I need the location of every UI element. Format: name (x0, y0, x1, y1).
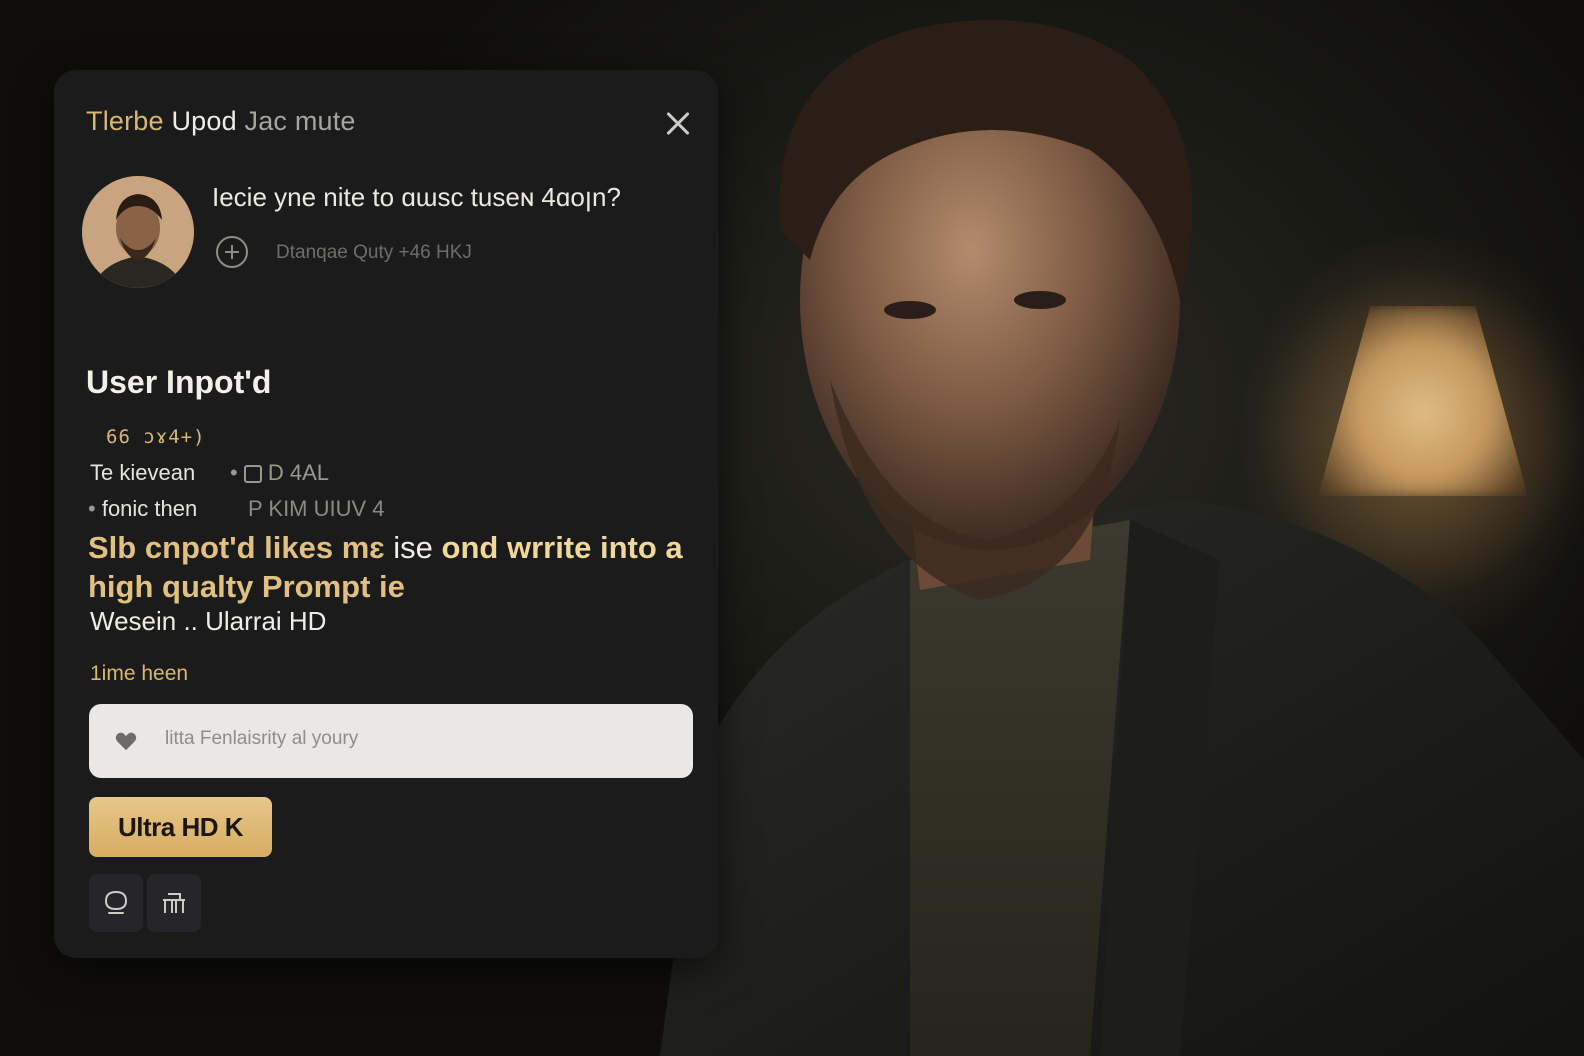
title-part-main: Upod (171, 106, 237, 136)
ultra-hd-button[interactable]: Ultra HD K (89, 797, 272, 857)
prompt-dialog: Tlerbe Upod Jac mute Iecie yne nite to ɑ… (54, 70, 718, 958)
close-icon[interactable] (660, 106, 696, 142)
section-heading: User Inpot'd (86, 364, 272, 400)
screen: Tlerbe Upod Jac mute Iecie yne nite to ɑ… (0, 0, 1584, 1056)
bullet: • (230, 460, 244, 485)
question-text: Iecie yne nite to ɑɯsc tuseɴ 4ɑoꞁn? (212, 182, 621, 212)
plus-circle-icon[interactable] (216, 236, 248, 268)
chat-bubble-icon (104, 890, 128, 914)
dialog-title: Tlerbe Upod Jac mute (86, 106, 356, 137)
option-row-2-text: fonic then (101, 496, 198, 521)
gold-code: 66 ɔɤ4+) (106, 426, 206, 448)
highlight-part-2: ise (384, 530, 442, 565)
option-row-1-checkbox[interactable]: • D 4AL (230, 460, 329, 486)
quality-subline: Wesein .. Ularrai HD (90, 606, 327, 636)
input-label: 1ime heen (90, 662, 189, 685)
chat-bubble-button[interactable] (89, 874, 143, 932)
option-row-2-value: P KIM UIUV 4 (248, 496, 385, 521)
heart-icon (115, 731, 137, 751)
title-part-brand: Tlerbe (86, 106, 164, 136)
table-button[interactable] (147, 874, 201, 932)
highlight-part-3: ond wrrite into a (441, 530, 683, 565)
option-row-1-label: Te kievean (90, 460, 196, 485)
sub-meta-text: Dtanqae Quty +46 HKJ (276, 242, 472, 263)
bullet: • (88, 496, 102, 521)
table-icon (163, 893, 185, 913)
highlight-part-4: high qualty Prompt ie (88, 569, 405, 604)
prompt-input[interactable]: litta Fenlaisrity al youry (89, 704, 693, 778)
highlight-instruction: Slb cnpot'd likes mɛ ise ond wrrite into… (88, 528, 698, 606)
prompt-input-value: litta Fenlaisrity al youry (165, 728, 359, 749)
option-row-1-value: D 4AL (267, 460, 329, 485)
option-row-2-label: • fonic then (88, 496, 197, 522)
highlight-part-1: Slb cnpot'd likes mɛ (88, 530, 385, 565)
title-part-tail: Jac mute (244, 106, 356, 136)
background-portrait (660, 0, 1584, 1056)
checkbox-icon[interactable] (243, 465, 262, 483)
avatar (82, 176, 194, 288)
